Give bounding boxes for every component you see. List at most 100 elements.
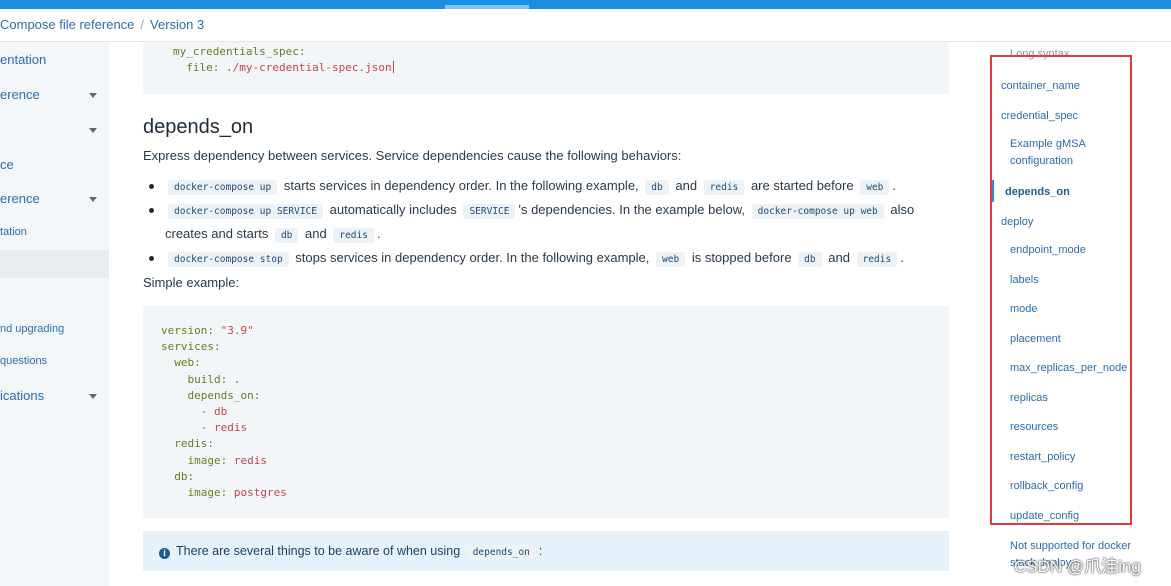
code-line: version: "3.9" — [161, 323, 949, 339]
sidebar-item-label: tation — [0, 226, 27, 238]
code-token: redis: — [174, 437, 214, 451]
section-title: depends_on — [143, 116, 254, 138]
inline-code: docker-compose stop — [168, 252, 289, 267]
behavior-list: docker-compose up starts services in dep… — [143, 175, 953, 271]
code-line: redis: — [161, 436, 949, 452]
code-block-example: version: "3.9" services: web: build: . d… — [143, 306, 949, 518]
sidebar-item-label: ications — [0, 388, 45, 403]
sidebar-item-label: erence — [0, 87, 40, 102]
inline-code: redis — [856, 252, 898, 267]
sidebar-selected-band — [0, 250, 109, 278]
inline-code: web — [656, 252, 686, 267]
code-line: - db — [161, 404, 949, 420]
list-text: . — [900, 250, 904, 265]
sidebar-item-label: erence — [0, 191, 40, 206]
code-token: ./my-credential-spec.json — [226, 61, 392, 75]
simple-example-label: Simple example: — [143, 275, 240, 290]
sidebar-item-label: ce — [0, 157, 14, 172]
note-text: : — [538, 544, 543, 558]
inline-code: db — [798, 252, 822, 267]
top-nav-bar — [0, 0, 1171, 9]
code-token: services: — [161, 340, 221, 354]
sidebar-item-reference[interactable]: erence — [0, 87, 109, 102]
chevron-down-icon[interactable] — [89, 93, 97, 98]
highlight-box — [990, 55, 1132, 525]
code-block-credential-spec: my_credentials_spec: file: ./my-credenti… — [143, 42, 949, 94]
list-item: docker-compose stop stops services in de… — [143, 247, 953, 271]
list-text: automatically includes — [329, 202, 457, 217]
chevron-down-icon[interactable] — [89, 197, 97, 202]
sidebar-item-ce[interactable]: ce — [0, 157, 109, 172]
sidebar-item-questions[interactable]: questions — [0, 355, 109, 367]
inline-code: db — [645, 180, 669, 195]
code-token: postgres — [233, 485, 287, 499]
inline-code: docker-compose up SERVICE — [168, 204, 323, 219]
list-text: stops services in dependency order. In t… — [295, 250, 650, 265]
code-line: services: — [161, 339, 949, 355]
code-token: image: — [187, 485, 228, 499]
sidebar-item-upgrading[interactable]: nd upgrading — [0, 323, 109, 335]
sidebar-item-tation[interactable]: tation — [0, 226, 109, 238]
sidebar: entation erence ce erence tation nd upgr… — [0, 42, 109, 586]
list-text: is stopped before — [691, 250, 792, 265]
list-item: docker-compose up SERVICE automatically … — [143, 199, 953, 247]
sidebar-item-documentation[interactable]: entation — [0, 52, 109, 67]
toc-item-not-supported[interactable]: Not supported for docker — [1010, 540, 1131, 552]
code-token: web: — [174, 356, 201, 370]
inline-code: redis — [333, 228, 374, 243]
inline-code: db — [274, 228, 299, 243]
inline-code: SERVICE — [463, 204, 516, 219]
list-text: and — [828, 250, 850, 265]
info-icon: i — [159, 548, 170, 559]
code-token: depends_on: — [187, 388, 261, 402]
list-text: 's dependencies. In the example below, — [518, 202, 746, 217]
code-token: image: — [187, 453, 228, 467]
inline-code: redis — [703, 180, 745, 195]
sidebar-item-reference-2[interactable]: erence — [0, 191, 109, 206]
sidebar-item-collapsed[interactable] — [0, 122, 109, 138]
code-token: redis — [233, 453, 267, 467]
code-line: image: postgres — [161, 485, 949, 501]
list-item: docker-compose up starts services in dep… — [143, 175, 953, 199]
code-token: my_credentials_spec: — [173, 45, 306, 58]
sidebar-item-label: entation — [0, 52, 47, 67]
watermark: CSDN @爪洼ing — [1014, 557, 1141, 576]
breadcrumb-version-3[interactable]: Version 3 — [150, 9, 204, 41]
table-of-contents: Long syntax container_name credential_sp… — [985, 42, 1171, 586]
note-callout: i There are several things to be aware of… — [143, 531, 949, 571]
breadcrumb-separator: / — [140, 17, 145, 32]
main-content: my_credentials_spec: file: ./my-credenti… — [109, 42, 979, 586]
code-token: "3.9" — [220, 324, 254, 337]
code-line: web: — [161, 355, 949, 371]
code-line: file: ./my-credential-spec.json — [173, 60, 949, 76]
chevron-down-icon[interactable] — [89, 128, 97, 133]
list-text: and — [305, 226, 327, 241]
list-text: . — [376, 226, 381, 241]
code-token: db: — [174, 469, 195, 483]
inline-code: depends_on — [466, 545, 536, 560]
sidebar-item-applications[interactable]: ications — [0, 388, 109, 403]
list-text: starts services in dependency order. In … — [283, 178, 639, 193]
code-token: file: — [186, 61, 226, 75]
code-token: . — [233, 372, 241, 386]
chevron-down-icon[interactable] — [89, 394, 97, 399]
sidebar-item-label: questions — [0, 355, 48, 367]
breadcrumb: Compose file reference / Version 3 — [0, 9, 1171, 42]
text-cursor — [392, 61, 394, 74]
note-text: There are several things to be aware of … — [176, 544, 461, 558]
code-line: image: redis — [161, 453, 949, 469]
code-line: - redis — [161, 420, 949, 436]
list-text: . — [892, 178, 896, 193]
code-line: depends_on: — [161, 388, 949, 404]
code-token: version: — [161, 324, 214, 337]
breadcrumb-compose-file-reference[interactable]: Compose file reference — [0, 9, 134, 41]
code-token: - redis — [200, 421, 248, 435]
inline-code: docker-compose up — [168, 180, 278, 195]
code-token: - db — [200, 404, 228, 418]
code-line: my_credentials_spec: — [173, 44, 949, 60]
inline-code: web — [860, 180, 890, 195]
sidebar-item-label: nd upgrading — [0, 323, 65, 335]
code-line: build: . — [161, 372, 949, 388]
code-token: build: — [187, 372, 228, 386]
code-line: db: — [161, 469, 949, 485]
